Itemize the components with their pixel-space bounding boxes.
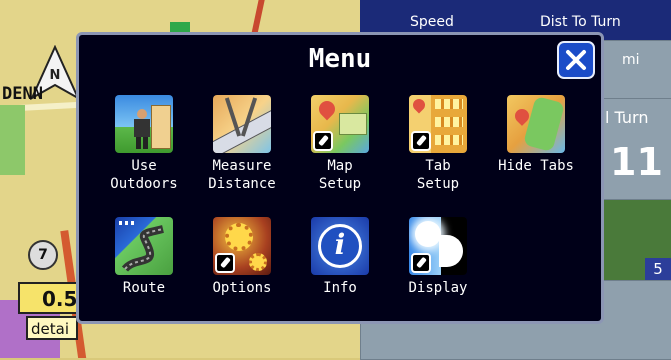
distance-badge: 0.5 — [18, 282, 78, 314]
close-button[interactable] — [557, 41, 595, 79]
zoom-level-badge[interactable]: 7 — [28, 240, 58, 270]
map-setup-icon — [311, 95, 369, 153]
close-icon — [566, 50, 586, 70]
menu-item-text: Hide Tabs — [498, 158, 574, 174]
menu-item-label: Info — [290, 279, 390, 297]
menu-item-label: Options — [192, 279, 292, 297]
hide-tabs-icon — [507, 95, 565, 153]
menu-item-label: Display — [388, 279, 488, 297]
options-gear-icon — [213, 217, 271, 275]
menu-item-label: Map Setup — [290, 157, 390, 193]
menu-item-tab-setup[interactable]: Tab Setup — [388, 95, 488, 193]
svg-text:N: N — [50, 68, 61, 83]
menu-item-text: Route — [122, 280, 166, 296]
menu-item-map-setup[interactable]: Map Setup — [290, 95, 390, 193]
map-park — [0, 105, 25, 175]
map-street-label: DENN — [2, 84, 43, 104]
menu-item-route[interactable]: Route — [94, 217, 194, 297]
info-icon: i — [311, 217, 369, 275]
wrench-icon — [411, 253, 431, 273]
menu-item-info[interactable]: i Info — [290, 217, 390, 297]
measure-distance-icon — [213, 95, 271, 153]
menu-item-hide-tabs[interactable]: Hide Tabs — [486, 95, 586, 175]
person-outdoors-icon — [115, 95, 173, 153]
turn-value: 11 — [610, 140, 663, 184]
dist-to-turn-header: Dist To Turn — [540, 14, 621, 30]
menu-item-text: Options — [212, 280, 272, 296]
menu-item-options[interactable]: Options — [192, 217, 292, 297]
detail-badge[interactable]: detai — [26, 316, 78, 340]
menu-item-text: Display — [408, 280, 468, 296]
menu-item-text: Tab Setup — [416, 158, 460, 192]
menu-title: Menu — [308, 44, 372, 74]
wrench-icon — [313, 131, 333, 151]
dist-unit: mi — [622, 52, 640, 68]
menu-item-text: Use Outdoors — [110, 158, 178, 192]
menu-item-text: Measure Distance — [208, 158, 276, 192]
menu-item-text: Map Setup — [318, 158, 362, 192]
menu-item-label: Route — [94, 279, 194, 297]
menu-item-label: Use Outdoors — [94, 157, 194, 193]
menu-item-label: Tab Setup — [388, 157, 488, 193]
menu-dialog: Menu Use Outdoors Measure Distance Map S… — [76, 32, 604, 324]
display-brightness-icon — [409, 217, 467, 275]
wrench-icon — [215, 253, 235, 273]
menu-item-display[interactable]: Display — [388, 217, 488, 297]
route-icon — [115, 217, 173, 275]
turn-header: l Turn — [605, 108, 649, 127]
menu-item-measure-distance[interactable]: Measure Distance — [192, 95, 292, 193]
wrench-icon — [411, 131, 431, 151]
tab-setup-icon — [409, 95, 467, 153]
menu-item-use-outdoors[interactable]: Use Outdoors — [94, 95, 194, 193]
road-number-badge: 5 — [645, 258, 671, 280]
menu-item-text: Info — [323, 280, 357, 296]
menu-item-label: Measure Distance — [192, 157, 292, 193]
menu-item-label: Hide Tabs — [486, 157, 586, 175]
speed-header: Speed — [410, 14, 454, 30]
